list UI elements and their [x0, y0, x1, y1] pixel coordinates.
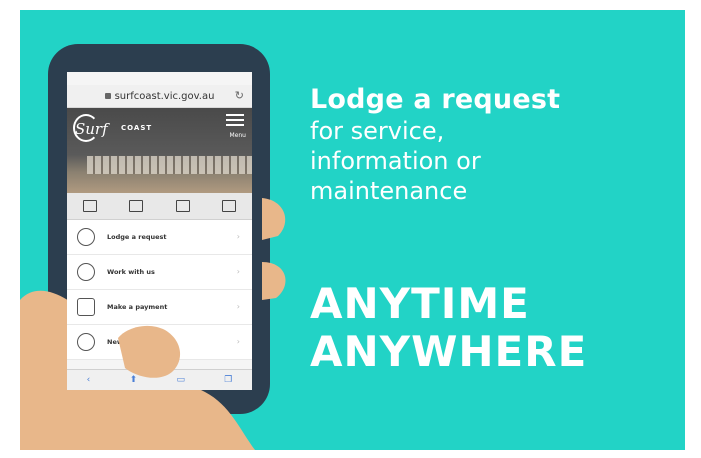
- list-item-label: Work with us: [107, 268, 155, 276]
- list-item[interactable]: Make a payment ›: [67, 290, 252, 325]
- list-item[interactable]: New... ›: [67, 325, 252, 360]
- menu-label: Menu: [229, 132, 246, 139]
- wallet-icon: [77, 298, 95, 316]
- service-list: Lodge a request › Work with us › Make a …: [67, 220, 252, 360]
- url-text: surfcoast.vic.gov.au: [114, 90, 215, 102]
- hamburger-menu-icon[interactable]: [226, 114, 244, 129]
- back-icon[interactable]: ‹: [87, 375, 91, 385]
- quick-icon-2[interactable]: [129, 200, 144, 212]
- person-question-icon: [77, 228, 95, 246]
- chevron-right-icon: ›: [236, 267, 240, 276]
- promo-graphic: Lodge a request for service, information…: [0, 0, 701, 458]
- phone-screen: surfcoast.vic.gov.au ↻ Surf COAST Menu L…: [67, 72, 252, 390]
- list-item[interactable]: Lodge a request ›: [67, 220, 252, 255]
- building-photo: [87, 156, 252, 174]
- lock-icon: [104, 93, 111, 99]
- list-item-label: New...: [107, 338, 130, 346]
- quick-icons-row: [67, 193, 252, 220]
- site-logo: Surf: [75, 120, 108, 138]
- status-bar: [67, 72, 252, 85]
- quick-icon-3[interactable]: [175, 200, 190, 212]
- list-item-label: Lodge a request: [107, 233, 167, 241]
- browser-toolbar: ‹ ⬆ ▭ ❐: [67, 369, 252, 390]
- share-icon[interactable]: ⬆: [130, 375, 138, 385]
- chevron-right-icon: ›: [236, 232, 240, 241]
- tabs-icon[interactable]: ❐: [224, 375, 232, 385]
- person-badge-icon: [77, 333, 95, 351]
- finger-right-1: [262, 198, 286, 240]
- site-logo-word: COAST: [121, 124, 153, 132]
- chevron-right-icon: ›: [236, 337, 240, 346]
- list-item[interactable]: Work with us ›: [67, 255, 252, 290]
- quick-icon-1[interactable]: [83, 200, 98, 212]
- people-icon: [77, 263, 95, 281]
- quick-icon-4[interactable]: [221, 200, 236, 212]
- reload-icon[interactable]: ↻: [235, 89, 244, 102]
- chevron-right-icon: ›: [236, 302, 240, 311]
- site-header: Surf COAST Menu: [67, 108, 252, 193]
- finger-right-2: [262, 262, 286, 300]
- bookmarks-icon[interactable]: ▭: [176, 375, 185, 385]
- address-bar[interactable]: surfcoast.vic.gov.au ↻: [67, 85, 252, 108]
- list-item-label: Make a payment: [107, 303, 168, 311]
